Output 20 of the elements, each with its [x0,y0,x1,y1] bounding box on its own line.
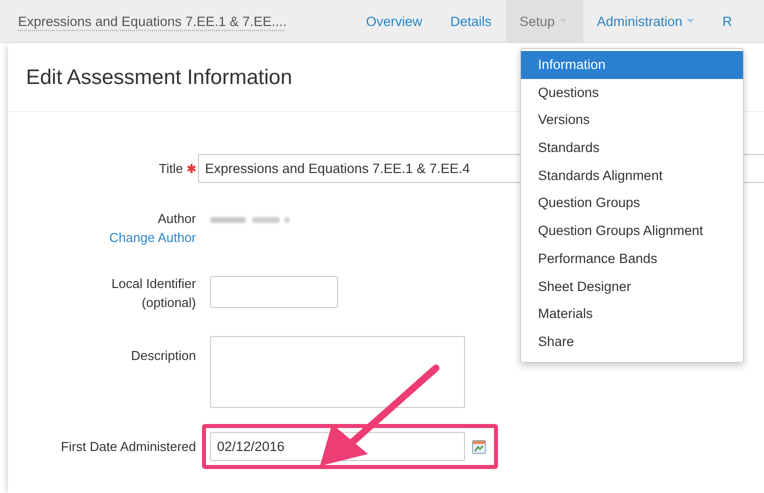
field-hint: (optional) [142,295,196,310]
menu-item[interactable]: Sheet Designer [521,272,743,300]
local-identifier-field[interactable] [210,276,338,308]
menu-item[interactable]: Question Groups Alignment [521,217,743,245]
field-label: Description [130,348,196,363]
field-label: Author [158,211,196,226]
menu-item[interactable]: Performance Bands [521,244,743,272]
field-label: Title [158,161,183,176]
change-author-link[interactable]: Change Author [109,230,196,245]
menu-item[interactable]: Materials [521,300,743,328]
menu-item[interactable]: Share [521,328,743,356]
date-field[interactable]: 02/12/2016 [210,432,465,461]
menu-item[interactable]: Information [521,51,743,79]
calendar-icon[interactable] [472,440,486,454]
field-label: First Date Administered [60,439,196,454]
assessment-breadcrumb[interactable]: Expressions and Equations 7.EE.1 & 7.EE.... [18,14,348,28]
menu-item[interactable]: Question Groups [521,189,743,218]
menu-item[interactable]: Questions [521,78,743,106]
description-field[interactable] [210,336,465,408]
field-label: Local Identifier [111,276,196,291]
